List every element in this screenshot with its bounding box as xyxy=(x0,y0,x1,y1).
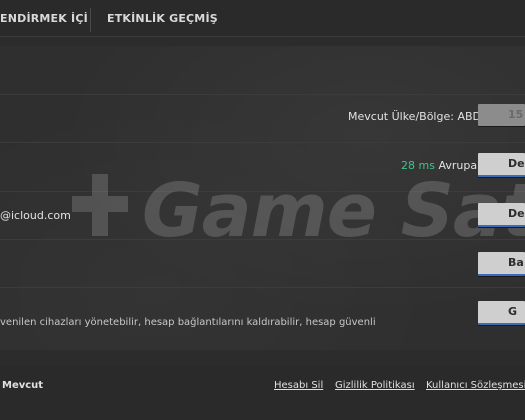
security-button[interactable]: G xyxy=(478,301,525,325)
row-divider xyxy=(0,239,525,240)
server-region: Avrupa xyxy=(438,159,478,172)
region-label: Mevcut Ülke/Bölge: ABD xyxy=(348,110,481,123)
latency-value: 28 ms xyxy=(401,159,435,172)
change-server-button[interactable]: Değ xyxy=(478,153,525,177)
account-settings-panel xyxy=(0,46,525,350)
change-email-button[interactable]: Değ xyxy=(478,203,525,227)
top-tab-bar: ENDİRMEK İÇİN TA ETKİNLİK GEÇMİŞİ xyxy=(0,0,525,37)
tab-download[interactable]: ENDİRMEK İÇİN TA xyxy=(0,0,88,36)
row-divider xyxy=(0,142,525,143)
delete-account-link[interactable]: Hesabı Sil xyxy=(274,380,323,391)
email-address: @icloud.com xyxy=(0,209,71,222)
footer-brand: Mevcut xyxy=(2,380,44,391)
row-divider xyxy=(0,191,525,192)
server-latency-row: 28 ms Avrupa xyxy=(401,159,477,172)
tab-divider xyxy=(90,8,91,32)
privacy-policy-link[interactable]: Gizlilik Politikası xyxy=(335,380,415,391)
region-button[interactable]: 15 xyxy=(478,104,525,126)
tab-activity-history[interactable]: ETKİNLİK GEÇMİŞİ xyxy=(107,0,217,36)
row-divider xyxy=(0,94,525,95)
row-divider xyxy=(0,287,525,288)
link-account-button[interactable]: Ba xyxy=(478,252,525,276)
user-agreement-link[interactable]: Kullanıcı Sözleşmesi xyxy=(426,380,525,391)
footer: Mevcut Hesabı Sil Gizlilik Politikası Ku… xyxy=(0,366,525,420)
devices-description: venilen cihazları yönetebilir, hesap bağ… xyxy=(0,317,376,328)
